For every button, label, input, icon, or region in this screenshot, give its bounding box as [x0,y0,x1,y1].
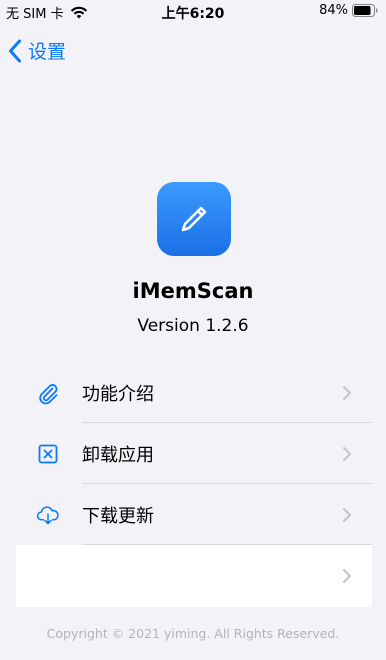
delete-box-icon [36,442,60,466]
chevron-right-icon [343,569,351,583]
app-icon [157,182,231,256]
app-version: Version 1.2.6 [137,316,249,336]
cloud-download-icon [36,503,60,527]
chevron-right-icon [343,507,351,522]
back-button[interactable]: 设置 [8,37,66,64]
menu-item-label: 功能介绍 [82,383,154,405]
menu-item-label: 卸载应用 [82,444,154,466]
battery-percent: 84% [319,3,348,18]
menu-item-blank[interactable] [16,545,372,607]
chevron-left-icon [9,39,21,62]
chevron-right-icon [343,446,351,461]
status-bar: 无 SIM 卡 上午6:20 84% [0,0,386,22]
menu-item-uninstall[interactable]: 卸载应用 [16,423,372,484]
status-right: 84% [319,3,378,18]
chevron-right-icon [343,385,351,400]
pencil-icon [181,206,207,232]
menu-item-features[interactable]: 功能介绍 [16,362,372,423]
menu-item-download-update[interactable]: 下载更新 [16,484,372,545]
paperclip-icon [36,381,60,405]
menu-item-label: 下载更新 [82,505,154,527]
app-name: iMemScan [132,279,254,303]
menu-list: 功能介绍 卸载应用 下载更新 [16,362,372,607]
back-label: 设置 [28,41,67,63]
battery-icon [352,4,378,17]
copyright-text: Copyright © 2021 yiming. All Rights Rese… [46,626,340,641]
